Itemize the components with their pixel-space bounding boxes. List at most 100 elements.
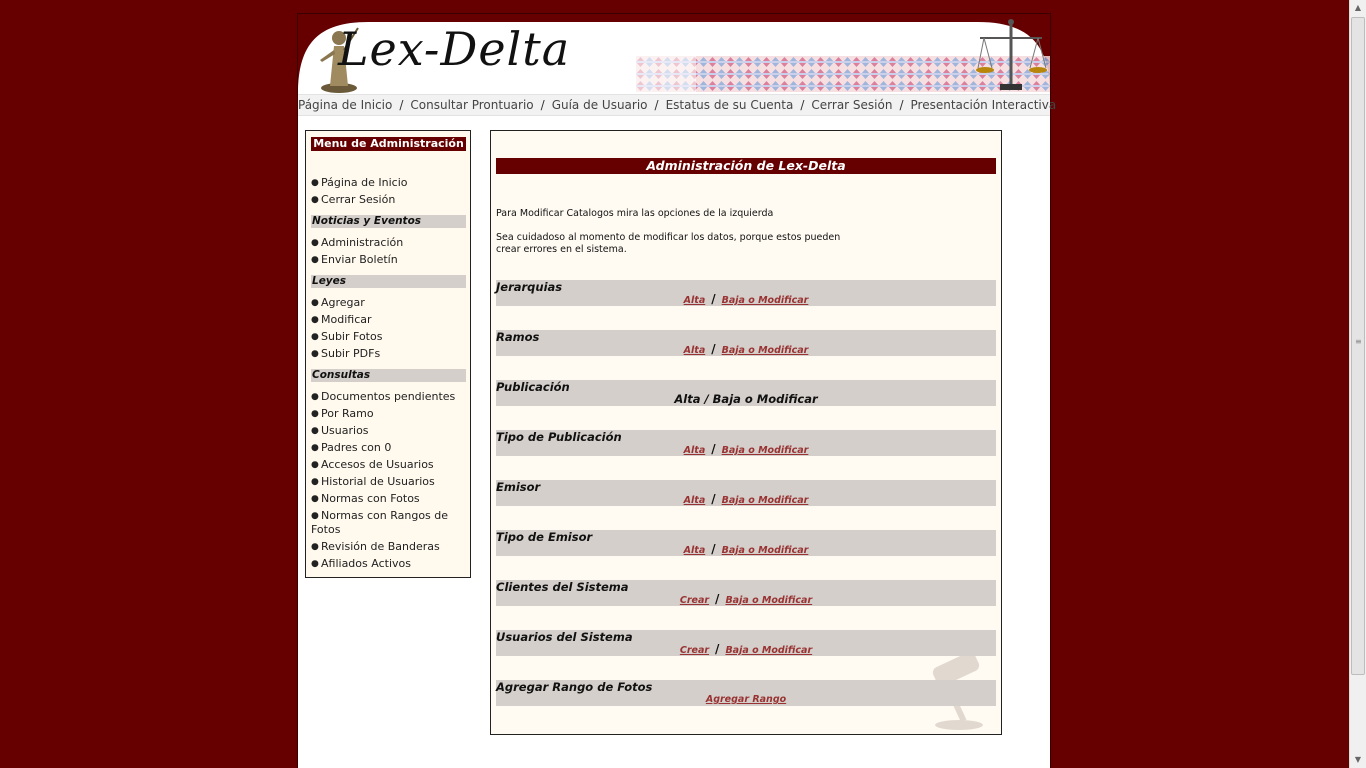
menu-link-cerrar-sesion[interactable]: ● Cerrar Sesión [311, 193, 466, 207]
catalog-actions: Crear / Baja o Modificar [496, 593, 996, 607]
menu-link-enviar-boletin[interactable]: ● Enviar Boletín [311, 253, 466, 267]
menu-link-documentos-pendientes[interactable]: ● Documentos pendientes [311, 390, 466, 404]
catalog-actions: Agregar Rango [496, 693, 996, 706]
nav-separator: / [800, 98, 805, 112]
bullet-icon: ● [311, 255, 319, 265]
catalog-actions: Alta / Baja o Modificar [496, 443, 996, 457]
menu-link-accesos-de-usuarios[interactable]: ● Accesos de Usuarios [311, 458, 466, 472]
catalog-name: Clientes del Sistema [496, 580, 629, 594]
menu-section-consultas: Consultas [311, 369, 466, 382]
catalog-name: Tipo de Emisor [496, 530, 593, 544]
nav-cerrar-sesion[interactable]: Cerrar Sesión [811, 98, 892, 112]
emisor-baja-modificar-link[interactable]: Baja o Modificar [722, 495, 809, 506]
nav-separator: / [540, 98, 545, 112]
menu-link-subir-pdfs[interactable]: ● Subir PDFs [311, 347, 466, 361]
scroll-down-arrow-icon[interactable]: ▼ [1350, 752, 1366, 768]
bullet-icon: ● [311, 542, 319, 552]
scrollbar-thumb[interactable]: ≡ [1351, 17, 1365, 675]
tipo-emisor-alta-link[interactable]: Alta [684, 545, 706, 556]
admin-main-panel: Administración de Lex-Delta Para Modific… [490, 130, 1002, 735]
jerarquias-baja-modificar-link[interactable]: Baja o Modificar [722, 295, 809, 306]
menu-link-historial-de-usuarios[interactable]: ● Historial de Usuarios [311, 475, 466, 489]
menu-link-modificar[interactable]: ● Modificar [311, 313, 466, 327]
page-frame: Lex-Delta Página de Inicio / Consultar P… [297, 13, 1056, 768]
catalog-actions: Alta / Baja o Modificar [496, 343, 996, 357]
ramos-baja-modificar-link[interactable]: Baja o Modificar [722, 345, 809, 356]
menu-link-normas-con-fotos[interactable]: ● Normas con Fotos [311, 492, 466, 506]
menu-link-usuarios[interactable]: ● Usuarios [311, 424, 466, 438]
action-separator: / [715, 592, 720, 606]
tipo-publicacion-baja-modificar-link[interactable]: Baja o Modificar [722, 445, 809, 456]
bullet-icon: ● [311, 511, 319, 521]
catalog-row-emisor: Emisor Alta / Baja o Modificar [496, 480, 996, 506]
warning-text-line1: Sea cuidadoso al momento de modificar lo… [496, 232, 841, 243]
catalog-name: Emisor [496, 480, 541, 494]
catalog-row-agregar-rango-de-fotos: Agregar Rango de Fotos Agregar Rango [496, 680, 996, 706]
menu-link-agregar[interactable]: ● Agregar [311, 296, 466, 310]
clientes-crear-link[interactable]: Crear [680, 595, 709, 606]
catalog-actions: Alta / Baja o Modificar [496, 293, 996, 307]
nav-guia-de-usuario[interactable]: Guía de Usuario [552, 98, 648, 112]
nav-consultar-prontuario[interactable]: Consultar Prontuario [410, 98, 533, 112]
bullet-icon: ● [311, 315, 319, 325]
bullet-icon: ● [311, 494, 319, 504]
menu-link-normas-con-rangos-de-fotos[interactable]: ● Normas con Rangos de Fotos [311, 509, 466, 537]
action-separator: / [715, 642, 720, 656]
bullet-icon: ● [311, 195, 319, 205]
menu-section-leyes: Leyes [311, 275, 466, 288]
agregar-rango-link[interactable]: Agregar Rango [706, 694, 786, 705]
catalog-name: Tipo de Publicación [496, 430, 622, 444]
nav-pagina-de-inicio[interactable]: Página de Inicio [298, 98, 392, 112]
publicacion-actions-text: Alta / Baja o Modificar [674, 392, 818, 406]
catalog-row-ramos: Ramos Alta / Baja o Modificar [496, 330, 996, 356]
action-separator: / [711, 442, 716, 456]
scroll-up-arrow-icon[interactable]: ▲ [1350, 0, 1366, 16]
bullet-icon: ● [311, 392, 319, 402]
catalog-actions: Crear / Baja o Modificar [496, 643, 996, 657]
emisor-alta-link[interactable]: Alta [684, 495, 706, 506]
bullet-icon: ● [311, 477, 319, 487]
action-separator: / [711, 492, 716, 506]
clientes-baja-modificar-link[interactable]: Baja o Modificar [725, 595, 812, 606]
bullet-icon: ● [311, 460, 319, 470]
menu-link-subir-fotos[interactable]: ● Subir Fotos [311, 330, 466, 344]
menu-link-revision-de-banderas[interactable]: ● Revisión de Banderas [311, 540, 466, 554]
menu-section-noticias-y-eventos: Noticias y Eventos [311, 215, 466, 228]
menu-link-administracion[interactable]: ● Administración [311, 236, 466, 250]
catalog-name: Ramos [496, 330, 540, 344]
bullet-icon: ● [311, 178, 319, 188]
usuarios-baja-modificar-link[interactable]: Baja o Modificar [725, 645, 812, 656]
nav-presentacion-interactiva[interactable]: Presentación Interactiva [911, 98, 1057, 112]
tipo-emisor-baja-modificar-link[interactable]: Baja o Modificar [722, 545, 809, 556]
catalog-row-tipo-de-emisor: Tipo de Emisor Alta / Baja o Modificar [496, 530, 996, 556]
catalog-row-clientes-del-sistema: Clientes del Sistema Crear / Baja o Modifi… [496, 580, 996, 606]
usuarios-crear-link[interactable]: Crear [680, 645, 709, 656]
nav-estatus-de-su-cuenta[interactable]: Estatus de su Cuenta [666, 98, 794, 112]
action-separator: / [711, 342, 716, 356]
admin-menu-title: Menu de Administración [311, 137, 466, 151]
jerarquias-alta-link[interactable]: Alta [684, 295, 706, 306]
tipo-publicacion-alta-link[interactable]: Alta [684, 445, 706, 456]
catalog-row-tipo-de-publicacion: Tipo de Publicación Alta / Baja o Modifica… [496, 430, 996, 456]
bullet-icon: ● [311, 332, 319, 342]
bullet-icon: ● [311, 559, 319, 569]
menu-link-por-ramo[interactable]: ● Por Ramo [311, 407, 466, 421]
ramos-alta-link[interactable]: Alta [684, 345, 706, 356]
bullet-icon: ● [311, 349, 319, 359]
catalog-name: Usuarios del Sistema [496, 630, 633, 644]
bullet-icon: ● [311, 443, 319, 453]
top-navigation: Página de Inicio / Consultar Prontuario … [298, 94, 1056, 116]
menu-link-pagina-de-inicio[interactable]: ● Página de Inicio [311, 176, 466, 190]
main-title: Administración de Lex-Delta [496, 158, 996, 174]
site-logo[interactable]: Lex-Delta [338, 22, 570, 76]
site-header: Lex-Delta [298, 14, 1050, 94]
action-separator: / [711, 542, 716, 556]
vertical-scrollbar[interactable]: ▲ ≡ ▼ [1349, 0, 1366, 768]
catalog-row-jerarquias: Jerarquias Alta / Baja o Modificar [496, 280, 996, 306]
menu-link-afiliados-activos[interactable]: ● Afiliados Activos [311, 557, 466, 571]
catalog-name: Agregar Rango de Fotos [496, 680, 653, 694]
bullet-icon: ● [311, 238, 319, 248]
scroll-grip-icon: ≡ [1355, 337, 1362, 346]
menu-link-padres-con-0[interactable]: ● Padres con 0 [311, 441, 466, 455]
catalog-actions: Alta / Baja o Modificar [496, 543, 996, 557]
